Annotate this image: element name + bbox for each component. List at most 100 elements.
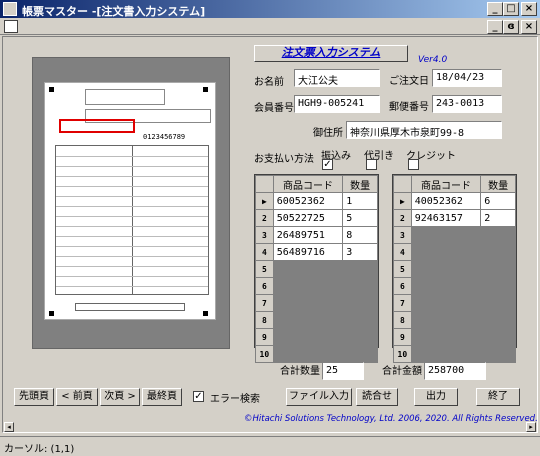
product-code-cell[interactable]: 56489716 (272, 243, 344, 261)
row-header[interactable]: 8 (255, 311, 274, 329)
table-row[interactable]: 2 92463157 2 (393, 209, 516, 227)
row-header[interactable]: 8 (393, 311, 412, 329)
table-row[interactable]: 9 (393, 328, 516, 346)
product-code-cell[interactable] (410, 328, 482, 346)
table-row[interactable]: 8 (393, 311, 516, 329)
product-code-cell[interactable]: 26489751 (272, 226, 344, 244)
product-code-cell[interactable] (272, 311, 344, 329)
mdi-restore-button[interactable]: ɞ (503, 20, 519, 34)
quantity-cell[interactable]: 2 (480, 209, 516, 227)
table-row[interactable]: 10 (393, 345, 516, 363)
row-header[interactable]: 3 (255, 226, 274, 244)
product-code-cell[interactable] (410, 260, 482, 278)
row-header[interactable]: 7 (255, 294, 274, 312)
first-page-button[interactable]: 先頭頁 (14, 388, 54, 406)
product-code-cell[interactable]: 92463157 (410, 209, 482, 227)
document-icon[interactable] (4, 20, 18, 33)
product-code-cell[interactable] (272, 328, 344, 346)
quantity-cell[interactable]: 3 (342, 243, 378, 261)
row-header[interactable]: 9 (255, 328, 274, 346)
quantity-cell[interactable] (342, 328, 378, 346)
table-row[interactable]: 4 (393, 243, 516, 261)
product-code-cell[interactable] (272, 294, 344, 312)
row-header[interactable]: 10 (255, 345, 274, 363)
product-code-cell[interactable]: 50522725 (272, 209, 344, 227)
row-header[interactable]: 3 (393, 226, 412, 244)
product-code-cell[interactable]: 60052362 (272, 192, 344, 210)
table-row[interactable]: 6 (255, 277, 378, 295)
table-row[interactable]: ▶ 40052362 6 (393, 192, 516, 210)
product-code-cell[interactable] (410, 311, 482, 329)
order-grid-left[interactable]: 商品コード 数量 ▶ 60052362 1 2 50522725 5 3 26489751 8 4 56… (254, 174, 379, 363)
quantity-cell[interactable] (480, 243, 516, 261)
next-page-button[interactable]: 次頁 > (100, 388, 140, 406)
row-header[interactable]: 2 (255, 209, 274, 227)
product-code-cell[interactable] (272, 277, 344, 295)
quantity-cell[interactable] (480, 277, 516, 295)
quantity-cell[interactable] (480, 311, 516, 329)
payment-credit-checkbox[interactable] (408, 159, 419, 170)
quantity-cell[interactable] (480, 294, 516, 312)
product-code-cell[interactable]: 40052362 (410, 192, 482, 210)
order-date-field[interactable]: 18/04/23 (432, 69, 502, 87)
quantity-cell[interactable] (342, 277, 378, 295)
quantity-cell[interactable] (342, 260, 378, 278)
product-code-cell[interactable] (410, 243, 482, 261)
table-row[interactable]: 7 (255, 294, 378, 312)
last-page-button[interactable]: 最終頁 (142, 388, 182, 406)
form-preview-image[interactable]: 0123456789 (44, 82, 216, 320)
finish-button[interactable]: 終了 (476, 388, 520, 406)
table-row[interactable]: 9 (255, 328, 378, 346)
quantity-cell[interactable] (342, 311, 378, 329)
row-header[interactable]: 2 (393, 209, 412, 227)
column-header-quantity[interactable]: 数量 (342, 175, 378, 193)
table-row[interactable]: 4 56489716 3 (255, 243, 378, 261)
quantity-cell[interactable] (480, 226, 516, 244)
mdi-close-button[interactable]: × (521, 20, 537, 34)
row-header[interactable]: 4 (393, 243, 412, 261)
quantity-cell[interactable] (480, 345, 516, 363)
read-aloud-button[interactable]: 読合せ (356, 388, 398, 406)
current-row-arrow-icon[interactable]: ▶ (393, 192, 412, 210)
table-row[interactable]: 6 (393, 277, 516, 295)
quantity-cell[interactable] (342, 345, 378, 363)
row-header[interactable]: 6 (393, 277, 412, 295)
payment-cod-checkbox[interactable] (366, 159, 377, 170)
name-field[interactable]: 大江公夫 (294, 69, 380, 87)
table-row[interactable]: 3 (393, 226, 516, 244)
table-row[interactable]: 7 (393, 294, 516, 312)
prev-page-button[interactable]: < 前頁 (56, 388, 98, 406)
product-code-cell[interactable] (272, 345, 344, 363)
postal-code-field[interactable]: 243-0013 (432, 95, 502, 113)
product-code-cell[interactable] (410, 345, 482, 363)
quantity-cell[interactable] (480, 260, 516, 278)
scroll-left-icon[interactable]: ◂ (4, 422, 14, 432)
maximize-button[interactable]: □ (503, 2, 519, 16)
minimize-button[interactable]: _ (487, 2, 503, 16)
address-field[interactable]: 神奈川県厚木市泉町99-8 (346, 121, 502, 139)
quantity-cell[interactable]: 6 (480, 192, 516, 210)
table-row[interactable]: 3 26489751 8 (255, 226, 378, 244)
table-row[interactable]: 2 50522725 5 (255, 209, 378, 227)
row-header[interactable]: 7 (393, 294, 412, 312)
row-header[interactable]: 5 (255, 260, 274, 278)
mdi-minimize-button[interactable]: _ (487, 20, 503, 34)
member-number-field[interactable]: HGH9-005241 (294, 95, 380, 113)
error-search-checkbox[interactable]: ✓ (193, 391, 204, 402)
table-row[interactable]: 8 (255, 311, 378, 329)
product-code-cell[interactable] (410, 226, 482, 244)
row-header[interactable]: 10 (393, 345, 412, 363)
table-row[interactable]: 10 (255, 345, 378, 363)
quantity-cell[interactable]: 1 (342, 192, 378, 210)
output-button[interactable]: 出力 (414, 388, 458, 406)
product-code-cell[interactable] (410, 294, 482, 312)
column-header-quantity[interactable]: 数量 (480, 175, 516, 193)
table-row[interactable]: 5 (393, 260, 516, 278)
column-header-product-code[interactable]: 商品コード (410, 175, 482, 193)
order-grid-right[interactable]: 商品コード 数量 ▶ 40052362 6 2 92463157 2 3 4 5 6 7 8 9 10 (392, 174, 517, 363)
product-code-cell[interactable] (272, 260, 344, 278)
row-header[interactable]: 6 (255, 277, 274, 295)
column-header-product-code[interactable]: 商品コード (272, 175, 344, 193)
close-button[interactable]: × (521, 2, 537, 16)
quantity-cell[interactable] (342, 294, 378, 312)
